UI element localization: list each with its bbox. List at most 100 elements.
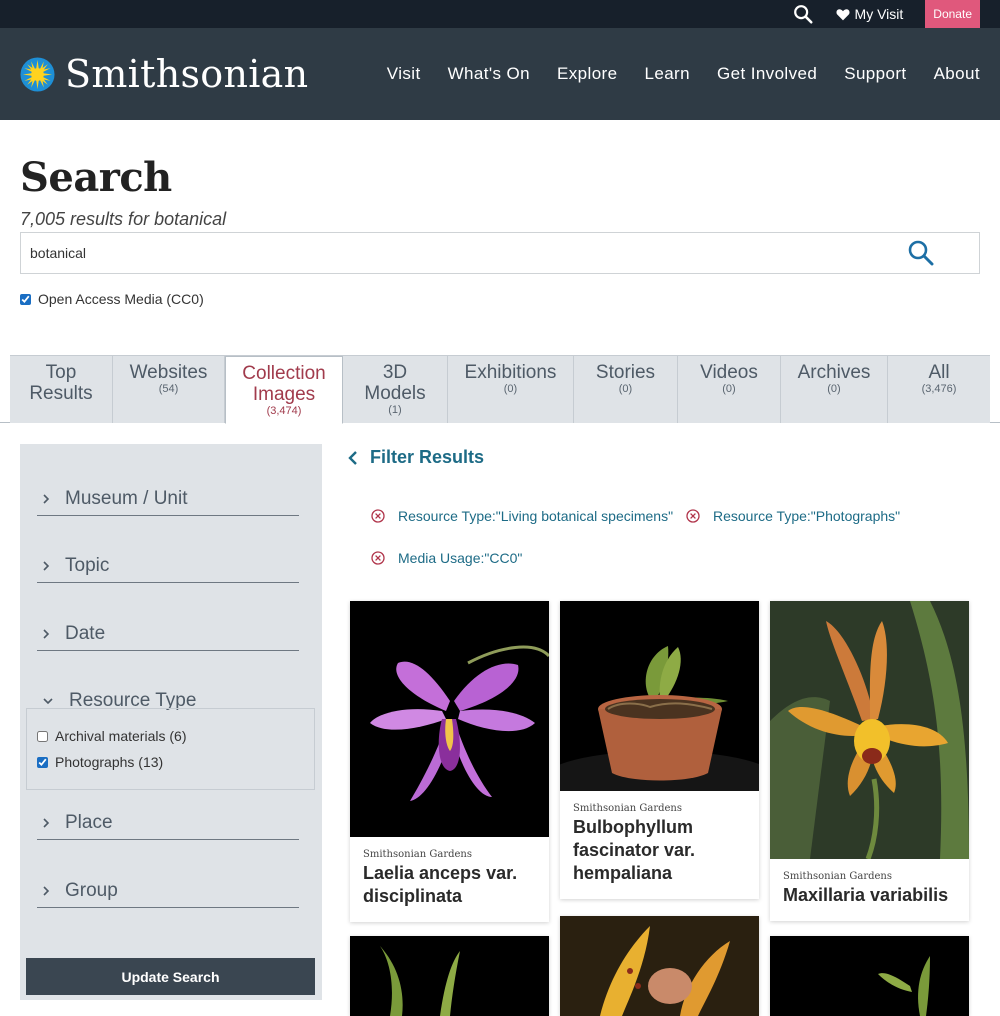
chevron-right-icon bbox=[43, 560, 50, 571]
tab-label: Websites bbox=[129, 362, 208, 383]
result-tabs: Top Results Websites (54) Collection Ima… bbox=[10, 355, 990, 424]
facet-date[interactable]: Date bbox=[37, 617, 299, 651]
result-thumbnail bbox=[560, 916, 759, 1016]
result-card[interactable] bbox=[560, 916, 759, 1016]
tab-count: (3,474) bbox=[266, 405, 302, 417]
result-thumbnail bbox=[350, 601, 549, 837]
result-thumbnail bbox=[560, 601, 759, 791]
nav-about[interactable]: About bbox=[934, 64, 980, 84]
filter-chip-photographs[interactable]: Resource Type:"Photographs" bbox=[686, 508, 900, 524]
tab-3d-models[interactable]: 3D Models (1) bbox=[343, 356, 448, 423]
tab-label: Archives bbox=[797, 362, 871, 383]
search-submit-icon[interactable] bbox=[907, 239, 935, 267]
result-meta: Smithsonian Gardens Bulbophyllum fascina… bbox=[560, 791, 759, 899]
filter-chip-label: Resource Type:"Living botanical specimen… bbox=[398, 508, 674, 524]
tab-websites[interactable]: Websites (54) bbox=[113, 356, 225, 423]
heart-icon bbox=[836, 8, 850, 20]
search-icon[interactable] bbox=[792, 3, 814, 25]
result-card[interactable] bbox=[770, 936, 969, 1016]
spotted-orchid-photo-image bbox=[560, 916, 759, 1016]
nav-support[interactable]: Support bbox=[844, 64, 906, 84]
facet-museum-unit[interactable]: Museum / Unit bbox=[37, 482, 299, 516]
chevron-right-icon bbox=[43, 628, 50, 639]
result-meta: Smithsonian Gardens Laelia anceps var. d… bbox=[350, 837, 549, 922]
tab-all[interactable]: All (3,476) bbox=[888, 356, 990, 423]
potted-plant-photo-image bbox=[560, 601, 759, 791]
search-area: Search 7,005 results for botanical Open … bbox=[0, 120, 1000, 307]
donate-button[interactable]: Donate bbox=[925, 0, 980, 28]
tab-label: Exhibitions bbox=[464, 362, 557, 383]
tab-archives[interactable]: Archives (0) bbox=[781, 356, 888, 423]
tab-count: (54) bbox=[158, 383, 179, 395]
tab-videos[interactable]: Videos (0) bbox=[678, 356, 781, 423]
result-thumbnail bbox=[770, 936, 969, 1016]
tab-exhibitions[interactable]: Exhibitions (0) bbox=[448, 356, 574, 423]
result-card[interactable] bbox=[350, 936, 549, 1016]
page-title: Search bbox=[20, 154, 172, 201]
tab-label: Top bbox=[45, 362, 77, 383]
chevron-right-icon bbox=[43, 885, 50, 896]
filter-sidebar: Museum / Unit Topic Date Resource Type A… bbox=[20, 444, 322, 1000]
nav-explore[interactable]: Explore bbox=[557, 64, 617, 84]
resource-type-options: Archival materials (6) Photographs (13) bbox=[26, 708, 315, 790]
result-thumbnail bbox=[350, 936, 549, 1016]
tab-count: (0) bbox=[827, 383, 841, 395]
option-photographs[interactable]: Photographs (13) bbox=[37, 754, 314, 770]
tab-label: All bbox=[928, 362, 950, 383]
tab-collection-images[interactable]: Collection Images (3,474) bbox=[225, 356, 343, 424]
yellow-orchid-photo-image bbox=[770, 601, 969, 859]
facet-place[interactable]: Place bbox=[37, 806, 299, 840]
utility-bar: My Visit Donate bbox=[0, 0, 1000, 28]
orchid-leaves-photo-image bbox=[350, 936, 549, 1016]
chevron-right-icon bbox=[43, 817, 50, 828]
green-orchid-photo-image bbox=[770, 936, 969, 1016]
tab-stories[interactable]: Stories (0) bbox=[574, 356, 678, 423]
result-unit: Smithsonian Gardens bbox=[363, 849, 472, 860]
facet-label: Museum / Unit bbox=[65, 487, 188, 509]
open-access-checkbox[interactable] bbox=[20, 293, 31, 305]
nav-whats-on[interactable]: What's On bbox=[448, 64, 530, 84]
open-access-filter[interactable]: Open Access Media (CC0) bbox=[20, 291, 980, 307]
tab-top-results[interactable]: Top Results bbox=[10, 356, 113, 423]
main-nav: Visit What's On Explore Learn Get Involv… bbox=[360, 64, 980, 84]
tab-label: Models bbox=[364, 383, 426, 404]
main-header: Smithsonian Visit What's On Explore Lear… bbox=[0, 28, 1000, 120]
search-box bbox=[20, 232, 980, 274]
result-unit: Smithsonian Gardens bbox=[783, 871, 892, 882]
nav-get-involved[interactable]: Get Involved bbox=[717, 64, 817, 84]
remove-circle-icon[interactable] bbox=[686, 509, 700, 523]
option-label: Archival materials (6) bbox=[55, 728, 187, 744]
nav-visit[interactable]: Visit bbox=[387, 64, 421, 84]
facet-topic[interactable]: Topic bbox=[37, 549, 299, 583]
result-count: 7,005 results for botanical bbox=[20, 209, 227, 229]
filter-chip-living-specimens[interactable]: Resource Type:"Living botanical specimen… bbox=[371, 508, 673, 524]
logo-wordmark: Smithsonian bbox=[65, 52, 309, 96]
tab-label: Videos bbox=[700, 362, 758, 383]
tab-label: Stories bbox=[595, 362, 656, 383]
remove-circle-icon[interactable] bbox=[371, 509, 385, 523]
tab-label: Images bbox=[252, 384, 316, 405]
archival-materials-checkbox[interactable] bbox=[37, 730, 48, 742]
facet-label: Topic bbox=[65, 554, 110, 576]
smithsonian-logo[interactable]: Smithsonian bbox=[20, 52, 308, 96]
filter-results-toggle[interactable]: Filter Results bbox=[348, 447, 484, 468]
facet-label: Group bbox=[65, 879, 118, 901]
option-archival-materials[interactable]: Archival materials (6) bbox=[37, 728, 314, 744]
photographs-checkbox[interactable] bbox=[37, 756, 48, 768]
facet-group[interactable]: Group bbox=[37, 874, 299, 908]
my-visit-link[interactable]: My Visit bbox=[836, 6, 903, 22]
result-unit: Smithsonian Gardens bbox=[573, 803, 682, 814]
chevron-down-icon bbox=[43, 698, 53, 705]
result-title: Laelia anceps var. disciplinata bbox=[363, 863, 518, 906]
facet-label: Place bbox=[65, 811, 113, 833]
search-input[interactable] bbox=[30, 245, 907, 261]
result-card[interactable]: Smithsonian Gardens Bulbophyllum fascina… bbox=[560, 601, 759, 899]
tab-label: Collection bbox=[242, 363, 326, 384]
filter-chip-cc0[interactable]: Media Usage:"CC0" bbox=[371, 550, 522, 566]
remove-circle-icon[interactable] bbox=[371, 551, 385, 565]
update-search-button[interactable]: Update Search bbox=[26, 958, 315, 995]
result-card[interactable]: Smithsonian Gardens Laelia anceps var. d… bbox=[350, 601, 549, 922]
nav-learn[interactable]: Learn bbox=[644, 64, 689, 84]
chevron-left-icon bbox=[348, 450, 357, 465]
result-card[interactable]: Smithsonian Gardens Maxillaria variabili… bbox=[770, 601, 969, 921]
